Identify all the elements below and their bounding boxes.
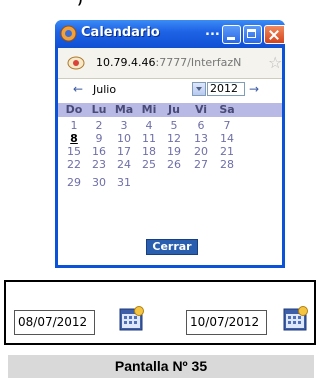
day-cell[interactable]: 25	[137, 158, 161, 171]
close-calendar-button[interactable]: Cerrar	[146, 239, 198, 255]
minimize-button[interactable]	[222, 25, 241, 44]
site-icon	[67, 56, 85, 70]
day-cell[interactable]: 20	[189, 145, 213, 158]
calendar-picker-icon[interactable]	[283, 306, 309, 332]
day-cell[interactable]: 3	[112, 119, 136, 132]
day-cell[interactable]: 19	[162, 145, 186, 158]
previous-month-arrow-icon[interactable]: ←	[73, 82, 83, 96]
address-path: :7777/InterfazN	[155, 56, 242, 69]
day-cell[interactable]: 18	[137, 145, 161, 158]
close-window-button[interactable]	[264, 25, 285, 44]
day-cell[interactable]: 23	[87, 158, 111, 171]
day-cell[interactable]: 22	[62, 158, 86, 171]
window-client-area: 10.79.4.46:7777/InterfazN ☆ ← Julio 2012…	[58, 48, 282, 265]
bookmark-star-icon[interactable]: ☆	[268, 53, 282, 72]
browser-icon	[60, 25, 77, 42]
address-host: 10.79.4.46	[96, 56, 156, 69]
calendar-navigation: ← Julio 2012 →	[58, 79, 282, 102]
day-cell[interactable]: 28	[215, 158, 239, 171]
day-cell[interactable]: 7	[215, 119, 239, 132]
day-cell[interactable]: 15	[62, 145, 86, 158]
weekday-label: Ma	[114, 103, 134, 116]
end-date-field[interactable]: 10/07/2012	[186, 310, 267, 335]
weekday-label: Vi	[194, 103, 208, 116]
window-titlebar[interactable]: Calendario ...	[55, 20, 285, 48]
day-cell[interactable]: 12	[162, 132, 186, 145]
maximize-button[interactable]	[243, 25, 262, 44]
day-cell[interactable]: 13	[189, 132, 213, 145]
calendar-picker-icon[interactable]	[119, 306, 145, 332]
year-input[interactable]: 2012	[207, 82, 245, 96]
day-cell[interactable]: 11	[137, 132, 161, 145]
month-dropdown-chevron-icon[interactable]	[192, 82, 206, 96]
day-cell[interactable]: 17	[112, 145, 136, 158]
window-title-ellipsis: ...	[205, 24, 220, 39]
day-cell[interactable]: 30	[87, 176, 111, 189]
day-cell[interactable]: 16	[87, 145, 111, 158]
day-cell[interactable]: 24	[112, 158, 136, 171]
weekday-header: Do Lu Ma Mi Ju Vi Sa	[58, 103, 282, 117]
day-cell[interactable]: 1	[62, 119, 86, 132]
day-cell[interactable]: 5	[162, 119, 186, 132]
top-text-fragment: )	[78, 0, 278, 6]
day-cell[interactable]: 31	[112, 176, 136, 189]
calendar-widget: ← Julio 2012 → Do Lu Ma Mi Ju Vi Sa 1 2 …	[58, 79, 282, 265]
day-cell[interactable]: 29	[62, 176, 86, 189]
day-cell[interactable]: 2	[87, 119, 111, 132]
day-cell[interactable]: 26	[162, 158, 186, 171]
day-cell[interactable]: 6	[189, 119, 213, 132]
day-cell[interactable]: 4	[137, 119, 161, 132]
day-cell[interactable]: 21	[215, 145, 239, 158]
next-month-arrow-icon[interactable]: →	[249, 82, 259, 96]
day-cell[interactable]: 9	[87, 132, 111, 145]
window-title: Calendario	[81, 25, 160, 40]
calendar-popup-window: Calendario ... 10.79.4.46:7777/InterfazN…	[55, 20, 285, 268]
day-cell-selected[interactable]: 8	[62, 132, 86, 145]
weekday-label: Do	[65, 103, 83, 116]
weekday-label: Mi	[141, 103, 157, 116]
day-cell[interactable]: 10	[112, 132, 136, 145]
date-range-fields: 08/07/2012 10/07/2012	[4, 280, 316, 345]
day-cell[interactable]: 27	[189, 158, 213, 171]
month-select-value[interactable]: Julio	[93, 83, 116, 96]
address-bar[interactable]: 10.79.4.46:7777/InterfazN ☆	[58, 48, 282, 79]
weekday-label: Sa	[219, 103, 235, 116]
weekday-label: Lu	[91, 103, 107, 116]
screen-caption: Pantalla Nº 35	[8, 355, 314, 378]
weekday-label: Ju	[168, 103, 180, 116]
address-url: 10.79.4.46:7777/InterfazN	[96, 56, 241, 69]
start-date-field[interactable]: 08/07/2012	[14, 310, 95, 335]
day-cell[interactable]: 14	[215, 132, 239, 145]
